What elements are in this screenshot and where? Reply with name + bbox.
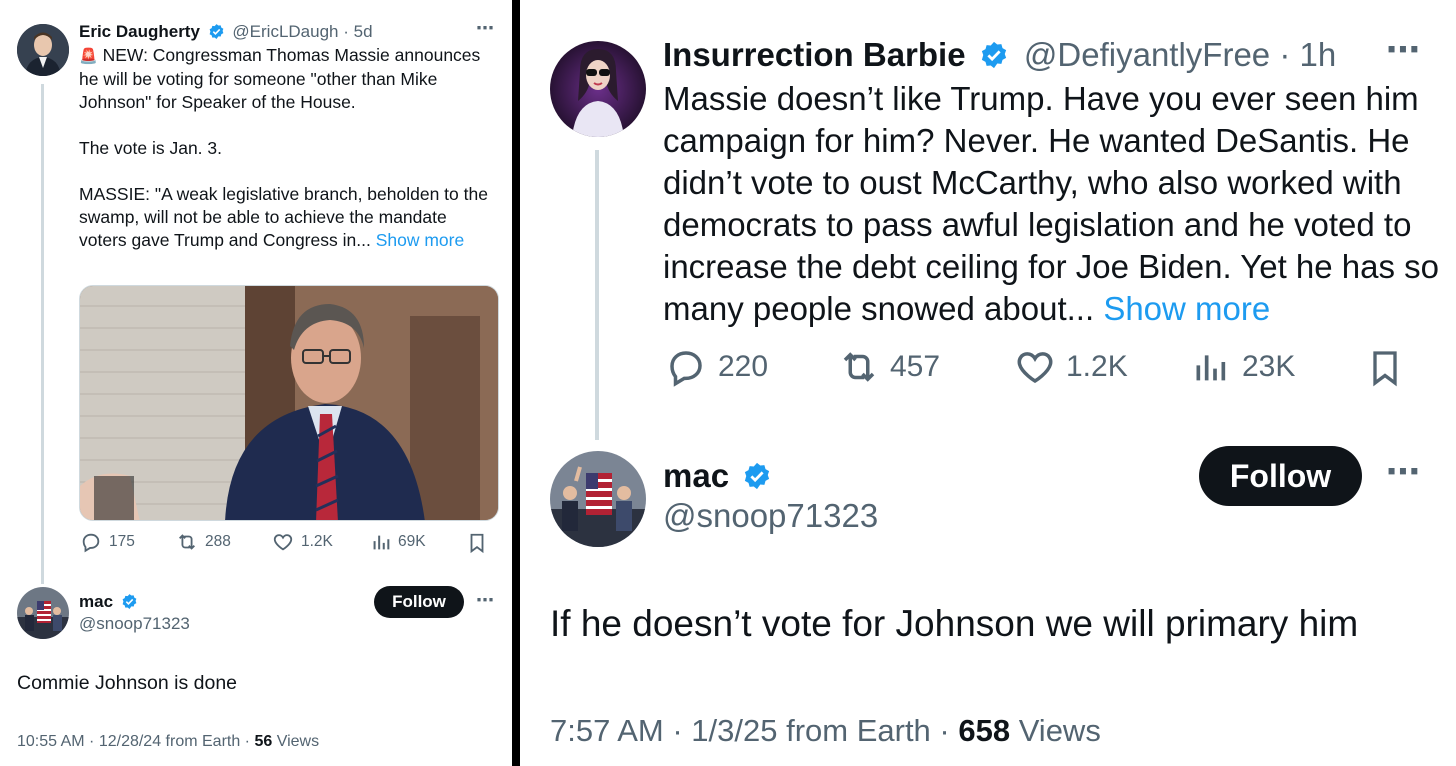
repost-icon <box>179 534 195 550</box>
timestamp[interactable]: 1h <box>1300 36 1337 73</box>
verified-badge-icon <box>981 41 1006 68</box>
barbie-avatar-image <box>550 41 646 137</box>
eric-avatar-image <box>17 24 69 76</box>
views-label: Views <box>272 733 320 750</box>
timestamp[interactable]: 5d <box>354 22 373 41</box>
reply-text: If he doesn’t vote for Johnson we will p… <box>550 603 1359 644</box>
heart-icon <box>1017 352 1053 384</box>
tweet-media-photo[interactable] <box>79 285 499 521</box>
views-count: 658 <box>958 713 1011 748</box>
avatar[interactable] <box>550 41 646 137</box>
views-button[interactable]: 23K <box>1190 346 1295 388</box>
massie-photo-image <box>80 286 498 520</box>
mac-avatar-image <box>17 587 69 639</box>
separator: · <box>1279 36 1291 73</box>
views-button[interactable]: 69K <box>370 531 426 553</box>
repost-count: 288 <box>205 533 231 550</box>
tweet-content: Massie doesn’t like Trump. Have you ever… <box>663 80 1440 327</box>
reply-header: mac <box>79 591 138 613</box>
thread-line <box>595 150 599 440</box>
heart-icon <box>273 534 293 551</box>
handle[interactable]: @EricLDaugh <box>232 22 338 41</box>
view-count: 69K <box>398 533 426 550</box>
handle[interactable]: @snoop71323 <box>79 614 190 634</box>
display-name[interactable]: Insurrection Barbie <box>663 36 966 73</box>
reply-count: 220 <box>718 350 769 383</box>
reply-icon <box>670 351 702 387</box>
reply-icon <box>82 533 100 553</box>
views-count: 56 <box>254 733 273 750</box>
like-button[interactable]: 1.2K <box>1014 346 1128 388</box>
avatar[interactable] <box>17 587 69 639</box>
separator: · <box>343 22 349 41</box>
view-count: 23K <box>1242 350 1296 383</box>
left-screenshot: Eric Daugherty @EricLDaugh · 5d ⋯ 🚨 NEW:… <box>0 0 512 766</box>
bookmark-button[interactable] <box>1365 346 1405 390</box>
show-more-link[interactable]: Show more <box>376 230 465 250</box>
thread-line <box>41 84 44 584</box>
verified-badge-icon <box>122 593 137 609</box>
right-screenshot: Insurrection Barbie @DefiyantlyFree · 1h… <box>520 0 1456 766</box>
more-options-icon[interactable]: ⋯ <box>476 18 495 39</box>
tweet-text: 🚨 NEW: Congressman Thomas Massie announc… <box>79 44 489 252</box>
avatar[interactable] <box>550 451 646 547</box>
more-options-icon[interactable]: ⋯ <box>476 590 495 611</box>
more-options-icon[interactable]: ⋯ <box>1386 452 1421 492</box>
follow-button[interactable]: Follow <box>374 586 464 618</box>
display-name[interactable]: Eric Daugherty <box>79 22 200 41</box>
tweet-header: Insurrection Barbie @DefiyantlyFree · 1h <box>663 35 1336 75</box>
reply-timestamp[interactable]: 7:57 AM · 1/3/25 from Earth · <box>550 713 958 748</box>
tweet-header: Eric Daugherty @EricLDaugh · 5d <box>79 21 373 43</box>
like-count: 1.2K <box>301 533 333 550</box>
display-name[interactable]: mac <box>79 592 113 611</box>
reply-meta: 7:57 AM · 1/3/25 from Earth · 658 Views <box>550 711 1101 751</box>
like-count: 1.2K <box>1066 350 1128 383</box>
views-label: Views <box>1010 713 1101 748</box>
analytics-icon <box>1196 355 1226 381</box>
more-options-icon[interactable]: ⋯ <box>1386 30 1421 70</box>
reply-header: mac <box>663 456 772 496</box>
avatar[interactable] <box>17 24 69 76</box>
handle[interactable]: @snoop71323 <box>663 496 878 536</box>
reply-timestamp[interactable]: 10:55 AM · 12/28/24 from Earth · <box>17 733 254 750</box>
tweet-text: Massie doesn’t like Trump. Have you ever… <box>663 78 1443 330</box>
bookmark-button[interactable] <box>466 531 488 555</box>
follow-button[interactable]: Follow <box>1199 446 1362 506</box>
reply-button[interactable]: 220 <box>665 346 768 388</box>
tweet-line-1: NEW: Congressman Thomas Massie announces… <box>79 45 481 112</box>
show-more-link[interactable]: Show more <box>1103 290 1270 327</box>
panel-divider <box>512 0 520 766</box>
reply-button[interactable]: 175 <box>80 531 135 553</box>
reply-meta: 10:55 AM · 12/28/24 from Earth · 56 View… <box>17 733 319 751</box>
reply-text: Commie Johnson is done <box>17 672 238 694</box>
analytics-icon <box>373 535 390 550</box>
repost-button[interactable]: 457 <box>836 346 940 388</box>
bookmark-icon <box>1373 351 1397 387</box>
reply-count: 175 <box>109 533 135 550</box>
display-name[interactable]: mac <box>663 457 729 494</box>
like-button[interactable]: 1.2K <box>272 531 333 553</box>
tweet-line-2: The vote is Jan. 3. <box>79 138 222 158</box>
repost-button[interactable]: 288 <box>175 531 231 553</box>
verified-badge-icon <box>745 462 770 489</box>
repost-count: 457 <box>890 350 941 383</box>
siren-icon: 🚨 <box>79 48 98 65</box>
mac-avatar-image <box>550 451 646 547</box>
verified-badge-icon <box>209 23 224 39</box>
bookmark-icon <box>470 533 484 554</box>
handle[interactable]: @DefiyantlyFree <box>1024 36 1270 73</box>
repost-icon <box>843 352 875 382</box>
